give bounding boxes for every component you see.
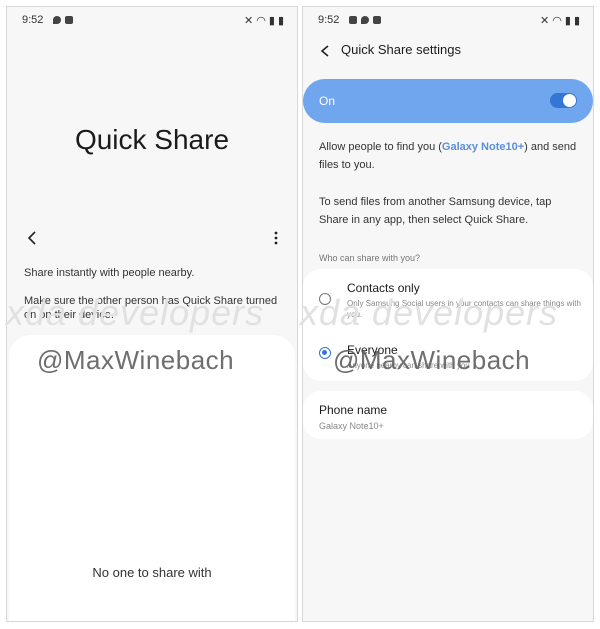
settings-title: Quick Share settings xyxy=(341,42,461,57)
phone-name-value: Galaxy Note10+ xyxy=(319,421,384,431)
allow-description: Allow people to find you (Galaxy Note10+… xyxy=(319,138,579,174)
screenshot-frame: 9:52 ✕◠▮▮ Quick Share Share instantly wi… xyxy=(0,0,600,629)
status-bar: 9:52 ✕◠▮▮ xyxy=(303,7,593,33)
allow-prefix: Allow people to find you ( xyxy=(319,141,442,153)
xda-watermark: xda developers xyxy=(300,292,559,333)
phone-name-title: Phone name xyxy=(319,403,388,417)
share-instantly-text: Share instantly with people nearby. xyxy=(24,267,195,279)
status-bar: 9:52 ✕◠▮▮ xyxy=(7,7,297,33)
app-notification-icon xyxy=(65,16,73,25)
signal-icon: ▮ xyxy=(268,15,278,27)
send-files-description: To send files from another Samsung devic… xyxy=(319,196,552,226)
wifi-icon: ◠ xyxy=(552,15,565,27)
radio-button-everyone[interactable] xyxy=(319,347,331,359)
signal-icon: ▮ xyxy=(564,15,574,27)
device-name-link[interactable]: Galaxy Note10+ xyxy=(442,141,524,153)
empty-state-text: No one to share with xyxy=(92,565,212,580)
status-time: 9:52 xyxy=(318,14,340,26)
master-switch-label: On xyxy=(319,94,336,108)
toggle-knob xyxy=(563,94,576,107)
wifi-icon: ◠ xyxy=(256,15,269,27)
more-options-icon[interactable] xyxy=(273,229,279,247)
status-notification-icons xyxy=(349,14,385,26)
app-notification-icon xyxy=(373,16,381,25)
status-time: 9:52 xyxy=(22,14,44,26)
xda-watermark: xda developers xyxy=(6,292,265,333)
handle-watermark: @MaxWinebach xyxy=(333,345,531,375)
status-system-icons: ✕◠▮▮ xyxy=(244,14,287,27)
status-system-icons: ✕◠▮▮ xyxy=(540,14,583,27)
who-can-share-heading: Who can share with you? xyxy=(319,253,421,263)
phone-name-setting[interactable]: Phone name Galaxy Note10+ xyxy=(303,391,593,439)
mute-icon: ✕ xyxy=(244,15,257,27)
back-arrow-icon[interactable] xyxy=(23,229,41,247)
message-icon xyxy=(361,16,369,25)
master-switch-bar[interactable]: On xyxy=(303,79,593,123)
handle-watermark: @MaxWinebach xyxy=(37,345,235,375)
status-notification-icons xyxy=(53,14,77,26)
back-arrow-icon[interactable] xyxy=(317,43,333,59)
quick-share-toggle[interactable] xyxy=(550,93,577,108)
image-icon xyxy=(349,16,357,25)
page-title: Quick Share xyxy=(74,124,230,155)
mute-icon: ✕ xyxy=(540,15,553,27)
battery-icon: ▮ xyxy=(573,15,583,27)
battery-icon: ▮ xyxy=(277,15,287,27)
message-icon xyxy=(53,16,61,25)
